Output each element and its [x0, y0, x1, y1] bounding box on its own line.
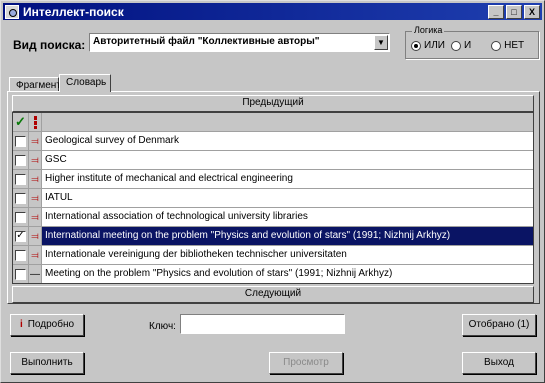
logic-not-label: НЕТ — [504, 40, 525, 51]
logic-legend: Логика — [412, 25, 445, 35]
header-flag-cell[interactable] — [29, 113, 42, 131]
row-check-cell — [13, 132, 29, 150]
row-text: GSC — [45, 154, 67, 165]
row-check-cell — [13, 246, 29, 264]
row-checkbox[interactable] — [15, 211, 26, 223]
radio-or[interactable] — [411, 40, 421, 51]
red-branch-icon: ⫤ — [31, 154, 39, 166]
next-button[interactable]: Следующий — [12, 286, 534, 303]
red-branch-icon: ⫤ — [31, 249, 39, 261]
run-button[interactable]: Выполнить — [10, 352, 84, 374]
logic-options: ИЛИ И НЕТ — [411, 40, 530, 51]
details-button[interactable]: i Подробно — [10, 314, 84, 336]
title-bar[interactable]: Интеллект-поиск _ □ X — [3, 3, 542, 20]
key-input[interactable] — [180, 314, 345, 334]
row-text: IATUL — [45, 192, 73, 203]
list-header: ✓ — [13, 113, 533, 132]
row-text: Geological survey of Denmark — [45, 135, 179, 146]
logic-not-option[interactable]: НЕТ — [491, 40, 524, 51]
app-icon — [5, 4, 19, 19]
row-text: Higher institute of mechanical and elect… — [45, 173, 293, 184]
row-icon-cell: ⫤ — [29, 189, 42, 207]
row-check-cell — [13, 208, 29, 226]
dictionary-list: ✓ ⫤ Geological survey of Denmark ⫤ GSC ⫤… — [12, 112, 534, 284]
row-checkbox[interactable] — [15, 135, 26, 147]
row-check-cell — [13, 170, 29, 188]
exit-button[interactable]: Выход — [462, 352, 536, 374]
list-item[interactable]: ⫤ Internationale vereinigung der bibliot… — [13, 246, 533, 265]
info-icon: i — [19, 319, 23, 330]
close-button[interactable]: X — [524, 4, 540, 19]
radio-not[interactable] — [491, 40, 502, 51]
row-checkbox[interactable] — [15, 268, 26, 280]
row-checkbox[interactable] — [15, 249, 26, 261]
list-item-selected[interactable]: ✓ ⫤ International meeting on the problem… — [13, 227, 533, 246]
row-check-cell: ✓ — [13, 227, 29, 245]
search-type-combobox[interactable]: Авторитетный файл "Коллективные авторы" … — [89, 33, 390, 52]
logic-or-label: ИЛИ — [424, 40, 445, 51]
logic-and-label: И — [463, 40, 472, 51]
list-item[interactable]: ⫤ Geological survey of Denmark — [13, 132, 533, 151]
header-text-cell — [42, 113, 533, 131]
red-branch-icon: ⫤ — [31, 192, 39, 204]
tab-dictionary[interactable]: Словарь — [59, 74, 111, 92]
red-branch-icon: ⫤ — [31, 211, 39, 223]
selected-count-button[interactable]: Отобрано (1) — [462, 314, 536, 336]
dictionary-panel: Предыдущий ✓ ⫤ Geological survey of Denm… — [7, 91, 540, 304]
flag-icon — [33, 115, 37, 129]
list-item[interactable]: ⫤ International association of technolog… — [13, 208, 533, 227]
window-title: Интеллект-поиск — [23, 4, 124, 19]
row-icon-cell: ⫤ — [29, 151, 42, 169]
radio-and[interactable] — [450, 40, 461, 51]
logic-group: Логика ИЛИ И НЕТ — [405, 25, 539, 59]
row-text: Meeting on the problem "Physics and evol… — [45, 268, 393, 279]
row-icon-cell: ⫤ — [29, 170, 42, 188]
intellect-search-window: Интеллект-поиск _ □ X Вид поиска: Автори… — [0, 0, 545, 383]
previous-button[interactable]: Предыдущий — [12, 95, 534, 112]
dash-icon: — — [30, 268, 40, 280]
row-icon-cell: ⫤ — [29, 132, 42, 150]
list-item[interactable]: ⫤ Higher institute of mechanical and ele… — [13, 170, 533, 189]
view-button[interactable]: Просмотр — [269, 352, 343, 374]
maximize-button[interactable]: □ — [506, 4, 522, 19]
details-button-label: Подробно — [27, 319, 75, 330]
row-icon-cell: — — [29, 265, 42, 283]
row-icon-cell: ⫤ — [29, 227, 42, 245]
checkmark-icon: ✓ — [15, 114, 26, 129]
list-item[interactable]: ⫤ GSC — [13, 151, 533, 170]
row-checkbox-checked[interactable]: ✓ — [15, 230, 26, 242]
list-item[interactable]: ⫤ IATUL — [13, 189, 533, 208]
row-checkbox[interactable] — [15, 173, 26, 185]
chevron-down-icon[interactable]: ▼ — [374, 35, 388, 50]
row-icon-cell: ⫤ — [29, 246, 42, 264]
row-text: Internationale vereinigung der bibliothe… — [45, 249, 347, 260]
logic-or-option[interactable]: ИЛИ — [411, 40, 445, 51]
search-type-label: Вид поиска: — [13, 38, 86, 52]
row-icon-cell: ⫤ — [29, 208, 42, 226]
row-check-cell — [13, 189, 29, 207]
list-item[interactable]: — Meeting on the problem "Physics and ev… — [13, 265, 533, 283]
search-type-value: Авторитетный файл "Коллективные авторы" — [93, 36, 320, 47]
row-checkbox[interactable] — [15, 192, 26, 204]
red-branch-icon: ⫤ — [31, 135, 39, 147]
row-check-cell — [13, 265, 29, 283]
header-check-cell[interactable]: ✓ — [13, 113, 29, 131]
key-label: Ключ: — [149, 321, 176, 332]
red-branch-icon: ⫤ — [31, 173, 39, 185]
red-branch-icon: ⫤ — [31, 230, 39, 242]
row-text: International association of technologic… — [45, 211, 308, 222]
row-text: International meeting on the problem "Ph… — [42, 227, 533, 245]
minimize-button[interactable]: _ — [488, 4, 504, 19]
tab-fragment[interactable]: Фрагмент — [9, 77, 61, 92]
row-check-cell — [13, 151, 29, 169]
logic-and-option[interactable]: И — [450, 40, 472, 51]
row-checkbox[interactable] — [15, 154, 26, 166]
